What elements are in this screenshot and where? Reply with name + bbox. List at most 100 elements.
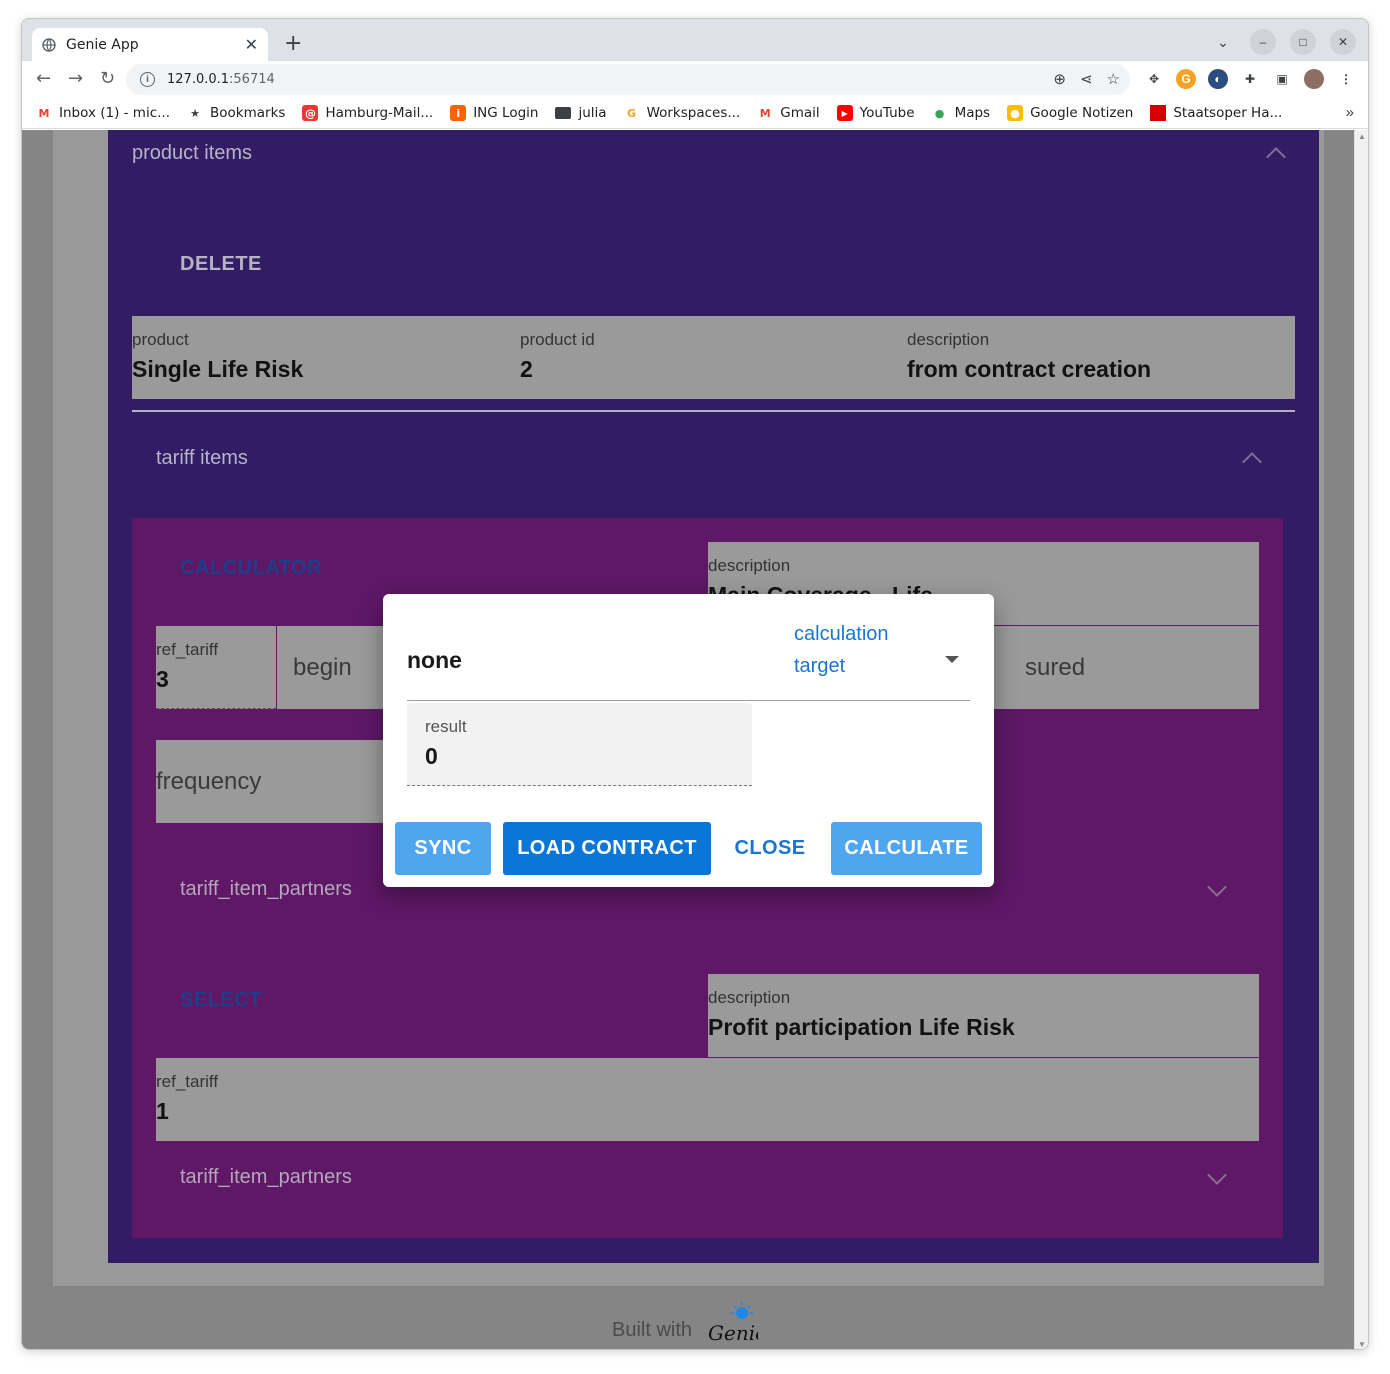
- ref-tariff-field[interactable]: ref_tariff 3: [156, 626, 276, 709]
- load-contract-button[interactable]: LOAD CONTRACT: [503, 822, 711, 875]
- ref-tariff-value: 1: [156, 1098, 169, 1124]
- workspaces-icon: G: [627, 106, 637, 120]
- window-close-icon[interactable]: ✕: [1330, 29, 1356, 55]
- field-underline: [156, 708, 276, 709]
- tariff-description-field[interactable]: description Profit participation Life Ri…: [708, 974, 1259, 1057]
- bookmarks-overflow-icon[interactable]: »: [1346, 104, 1354, 121]
- calculator-button[interactable]: CALCULATOR: [180, 557, 322, 580]
- bookmark-item[interactable]: ● Google Notizen: [1007, 105, 1133, 121]
- bookmark-item[interactable]: ▶ YouTube: [836, 105, 915, 121]
- address-bar[interactable]: i 127.0.0.1:56714 ⊕ ⋖ ☆: [126, 64, 1130, 95]
- back-icon[interactable]: ←: [36, 68, 51, 89]
- product-field[interactable]: product Single Life Risk: [132, 316, 519, 399]
- description-field[interactable]: description from contract creation: [907, 316, 1295, 399]
- puzzle-icon[interactable]: ✚: [1240, 69, 1260, 89]
- browser-tab[interactable]: Genie App ✕: [32, 28, 268, 61]
- bookmark-label: Hamburg-Mail...: [325, 105, 434, 121]
- bookmark-item[interactable]: ● Maps: [932, 105, 990, 121]
- scroll-up-icon[interactable]: ▲: [1358, 132, 1366, 141]
- calculation-target-value: none: [407, 647, 462, 673]
- select-button[interactable]: SELECT: [180, 989, 262, 1012]
- calculate-button[interactable]: CALCULATE: [831, 822, 982, 875]
- maps-icon: ●: [934, 106, 945, 120]
- new-tab-button[interactable]: +: [284, 31, 302, 56]
- bookmark-label: YouTube: [859, 105, 915, 121]
- bookmark-item[interactable]: M Gmail: [757, 105, 820, 121]
- bookmark-item[interactable]: i ING Login: [450, 105, 538, 121]
- tariff-item-partners-header[interactable]: tariff_item_partners: [180, 1166, 352, 1189]
- chevron-down-icon[interactable]: [1207, 1165, 1227, 1185]
- bookmark-item[interactable]: @ Hamburg-Mail...: [302, 105, 433, 121]
- omnibox-actions: ⊕ ⋖ ☆: [1053, 70, 1120, 88]
- product-items-header[interactable]: product items: [132, 142, 252, 165]
- minimize-icon[interactable]: –: [1250, 29, 1276, 55]
- extension-icon[interactable]: ✥: [1144, 69, 1164, 89]
- folder-icon: [555, 107, 572, 119]
- staatsoper-icon: [1150, 105, 1167, 121]
- site-info-icon[interactable]: i: [140, 72, 155, 87]
- dropdown-arrow-icon[interactable]: [945, 656, 959, 663]
- maximize-icon[interactable]: □: [1290, 29, 1316, 55]
- browser-window: Genie App ✕ + ⌄ – □ ✕ ← → ↻ i 127.0.0.1:…: [21, 18, 1369, 1350]
- tariff-description-label: description: [708, 556, 791, 575]
- ref-tariff-label: ref_tariff: [156, 1072, 219, 1091]
- product-id-label: product id: [520, 330, 595, 349]
- bookmark-item[interactable]: M Inbox (1) - mic...: [36, 105, 171, 121]
- tariff-item-partners-header[interactable]: tariff_item_partners: [180, 878, 352, 901]
- product-label: product: [132, 330, 189, 349]
- url-port: :56714: [229, 72, 275, 87]
- bookmark-item[interactable]: julia: [555, 105, 607, 121]
- chevron-down-icon[interactable]: [1207, 877, 1227, 897]
- extension-icons: ✥ G ◐ ✚ ▣ ⋮: [1144, 69, 1356, 89]
- avatar[interactable]: [1304, 69, 1324, 89]
- star-icon: ★: [190, 106, 200, 120]
- description-value: from contract creation: [907, 356, 1152, 382]
- genie-logo[interactable]: Genie: [706, 1300, 758, 1346]
- scroll-down-icon[interactable]: ▼: [1358, 1340, 1366, 1349]
- chevron-up-icon[interactable]: [1266, 147, 1286, 167]
- result-label: result: [425, 717, 467, 736]
- bookmark-label: julia: [578, 105, 607, 121]
- close-button[interactable]: CLOSE: [723, 822, 817, 875]
- bookmarks-bar: M Inbox (1) - mic... ★ Bookmarks @ Hamburg-…: [22, 98, 1368, 129]
- calculator-dialog: none calculation target result 0 SYNC LO…: [383, 594, 994, 887]
- bookmark-label: Staatsoper Ha...: [1173, 105, 1283, 121]
- bookmark-label: Bookmarks: [210, 105, 286, 121]
- bookmark-item[interactable]: Staatsoper Ha...: [1150, 105, 1282, 121]
- begin-placeholder: begin: [293, 654, 352, 681]
- tariff-items-header[interactable]: tariff items: [156, 447, 248, 470]
- ref-tariff-label: ref_tariff: [156, 640, 219, 659]
- delete-button[interactable]: DELETE: [180, 253, 262, 276]
- menu-icon[interactable]: ⋮: [1336, 69, 1356, 89]
- scrollbar[interactable]: ▲ ▼: [1354, 130, 1368, 1349]
- url-host: 127.0.0.1: [167, 72, 230, 87]
- bookmark-item[interactable]: G Workspaces...: [624, 105, 741, 121]
- tab-close-icon[interactable]: ✕: [245, 35, 258, 55]
- tab-title: Genie App: [66, 36, 139, 53]
- bookmark-star-icon[interactable]: ☆: [1107, 70, 1120, 88]
- side-panel-icon[interactable]: ▣: [1272, 69, 1292, 89]
- bookmark-label: Workspaces...: [646, 105, 741, 121]
- bookmark-item[interactable]: ★ Bookmarks: [187, 105, 285, 121]
- genie-logo-text: Genie: [708, 1321, 758, 1345]
- ref-tariff-field[interactable]: ref_tariff 1: [156, 1058, 1259, 1141]
- workspaces-extension-icon[interactable]: G: [1176, 69, 1196, 89]
- gmail-icon: M: [38, 106, 50, 120]
- calculation-target-select[interactable]: none calculation target: [383, 594, 994, 701]
- product-id-field[interactable]: product id 2: [520, 316, 907, 399]
- zoom-icon[interactable]: ⊕: [1053, 70, 1066, 88]
- reload-icon[interactable]: ↻: [100, 68, 115, 89]
- globe-icon: [42, 37, 56, 52]
- chevron-up-icon[interactable]: [1242, 452, 1262, 472]
- product-row: product Single Life Risk product id 2 de…: [132, 316, 1295, 399]
- share-icon[interactable]: ⋖: [1080, 70, 1093, 88]
- tab-search-icon[interactable]: ⌄: [1210, 29, 1236, 55]
- sync-button[interactable]: SYNC: [395, 822, 491, 875]
- bookmark-label: ING Login: [473, 105, 539, 121]
- result-field[interactable]: result 0: [407, 703, 752, 786]
- sum-insured-placeholder: sured: [1025, 654, 1086, 681]
- forward-icon[interactable]: →: [68, 68, 83, 89]
- select-underline: [407, 700, 970, 701]
- dark-reader-icon[interactable]: ◐: [1208, 69, 1228, 89]
- description-label: description: [907, 330, 990, 349]
